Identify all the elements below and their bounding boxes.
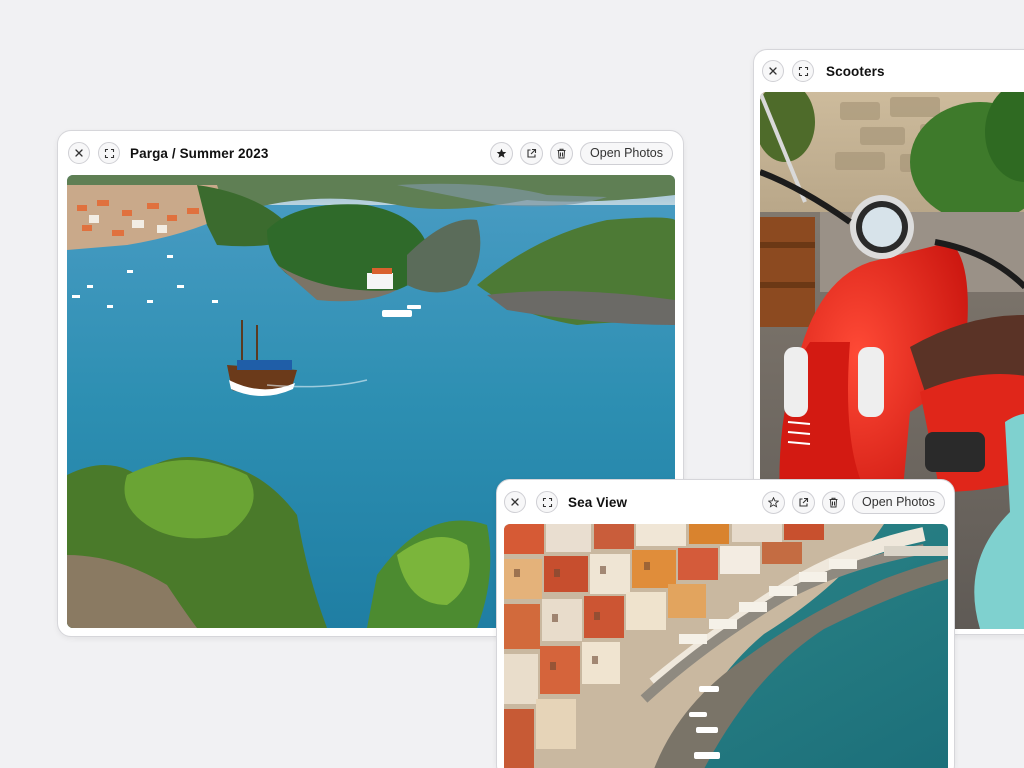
seaview-titlebar: Sea View Open Photos [497, 480, 954, 524]
star-icon [496, 148, 507, 158]
window-title: Sea View [568, 494, 628, 510]
harbor-town-photo[interactable] [504, 524, 948, 768]
desktop-canvas: Scooters Parga / Summer 2023 Open Photos… [0, 0, 1024, 768]
close-button[interactable] [68, 142, 90, 164]
close-button[interactable] [762, 60, 784, 82]
seaview-window: Sea View Open Photos [496, 479, 955, 768]
expand-icon [104, 148, 114, 158]
window-title: Parga / Summer 2023 [130, 145, 269, 161]
delete-button[interactable] [550, 141, 574, 165]
trash-icon [557, 148, 566, 158]
window-title: Scooters [826, 63, 885, 79]
open-photos-button[interactable]: Open Photos [580, 141, 673, 165]
scooters-titlebar: Scooters [754, 50, 1024, 92]
share-button[interactable] [792, 490, 816, 514]
expand-icon [798, 66, 808, 76]
parga-titlebar: Parga / Summer 2023 Open Photos [58, 131, 683, 175]
expand-button[interactable] [536, 491, 558, 513]
expand-icon [542, 497, 552, 507]
favorite-button[interactable] [490, 141, 514, 165]
expand-button[interactable] [792, 60, 814, 82]
share-button[interactable] [520, 141, 544, 165]
trash-icon [829, 497, 838, 507]
close-icon [75, 149, 83, 157]
delete-button[interactable] [822, 490, 846, 514]
share-icon [799, 497, 809, 507]
expand-button[interactable] [98, 142, 120, 164]
close-icon [511, 498, 519, 506]
close-icon [769, 67, 777, 75]
close-button[interactable] [504, 491, 526, 513]
favorite-button[interactable] [762, 490, 786, 514]
open-photos-button[interactable]: Open Photos [852, 490, 945, 514]
star-icon [768, 496, 780, 508]
share-icon [527, 148, 537, 158]
